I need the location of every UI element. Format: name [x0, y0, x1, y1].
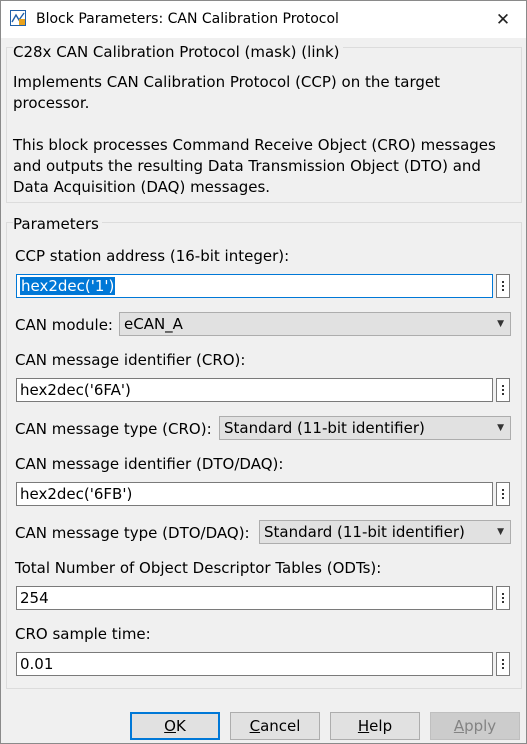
dto-identifier-field[interactable]: hex2dec('6FB') — [16, 482, 493, 506]
chevron-down-icon: ▼ — [497, 527, 504, 537]
can-module-label: CAN module: — [15, 316, 113, 334]
apply-label: pply — [464, 717, 497, 735]
odt-count-label: Total Number of Object Descriptor Tables… — [15, 559, 382, 577]
dto-type-label: CAN message type (DTO/DAQ): — [15, 524, 250, 542]
title-bar[interactable]: Block Parameters: CAN Calibration Protoc… — [1, 1, 526, 38]
station-address-field[interactable]: hex2dec('1') — [16, 274, 493, 298]
cro-type-value: Standard (11-bit identifier) — [224, 419, 425, 437]
dto-type-value: Standard (11-bit identifier) — [264, 523, 465, 541]
can-module-dropdown[interactable]: eCAN_A ▼ — [119, 312, 511, 336]
description-line-1: Implements CAN Calibration Protocol (CCP… — [13, 73, 440, 91]
apply-mnemonic: A — [453, 717, 465, 735]
ok-label: K — [175, 717, 186, 735]
simulink-block-icon — [10, 10, 26, 26]
dto-identifier-options-icon[interactable] — [496, 482, 510, 506]
cro-sample-time-options-icon[interactable] — [496, 652, 510, 676]
ok-mnemonic: O — [164, 717, 176, 735]
parameters-legend: Parameters — [13, 215, 102, 233]
block-parameters-dialog: Block Parameters: CAN Calibration Protoc… — [0, 0, 527, 744]
station-address-value: hex2dec('1') — [20, 277, 116, 295]
cro-sample-time-field[interactable]: 0.01 — [16, 652, 493, 676]
cro-identifier-label: CAN message identifier (CRO): — [15, 351, 246, 369]
cro-identifier-options-icon[interactable] — [496, 378, 510, 402]
window-title: Block Parameters: CAN Calibration Protoc… — [36, 11, 339, 27]
dto-type-dropdown[interactable]: Standard (11-bit identifier) ▼ — [259, 520, 511, 544]
description-line-5: Data Acquisition (DAQ) messages. — [13, 178, 271, 196]
cro-type-label: CAN message type (CRO): — [15, 420, 212, 438]
description-line-3: This block processes Command Receive Obj… — [13, 136, 496, 154]
cancel-label: ancel — [260, 717, 301, 735]
chevron-down-icon: ▼ — [497, 319, 504, 329]
mask-title: C28x CAN Calibration Protocol (mask) (li… — [13, 43, 343, 61]
cancel-button[interactable]: Cancel — [230, 712, 320, 740]
description-line-2: processor. — [13, 94, 90, 112]
ok-button[interactable]: OK — [130, 712, 220, 740]
close-icon[interactable]: ✕ — [480, 1, 526, 38]
help-mnemonic: H — [357, 717, 370, 735]
odt-count-field[interactable]: 254 — [16, 586, 493, 610]
cro-identifier-field[interactable]: hex2dec('6FA') — [16, 378, 493, 402]
dto-identifier-label: CAN message identifier (DTO/DAQ): — [15, 455, 284, 473]
can-module-value: eCAN_A — [124, 315, 183, 333]
cro-type-dropdown[interactable]: Standard (11-bit identifier) ▼ — [219, 416, 511, 440]
station-address-label: CCP station address (16-bit integer): — [15, 247, 290, 265]
cro-sample-time-label: CRO sample time: — [15, 625, 151, 643]
cancel-mnemonic: C — [249, 717, 261, 735]
chevron-down-icon: ▼ — [497, 423, 504, 433]
apply-button[interactable]: Apply — [430, 712, 520, 740]
odt-count-options-icon[interactable] — [496, 586, 510, 610]
help-button[interactable]: Help — [330, 712, 420, 740]
help-label: elp — [369, 717, 393, 735]
station-address-options-icon[interactable] — [496, 274, 510, 298]
description-line-4: and outputs the resulting Data Transmiss… — [13, 157, 481, 175]
